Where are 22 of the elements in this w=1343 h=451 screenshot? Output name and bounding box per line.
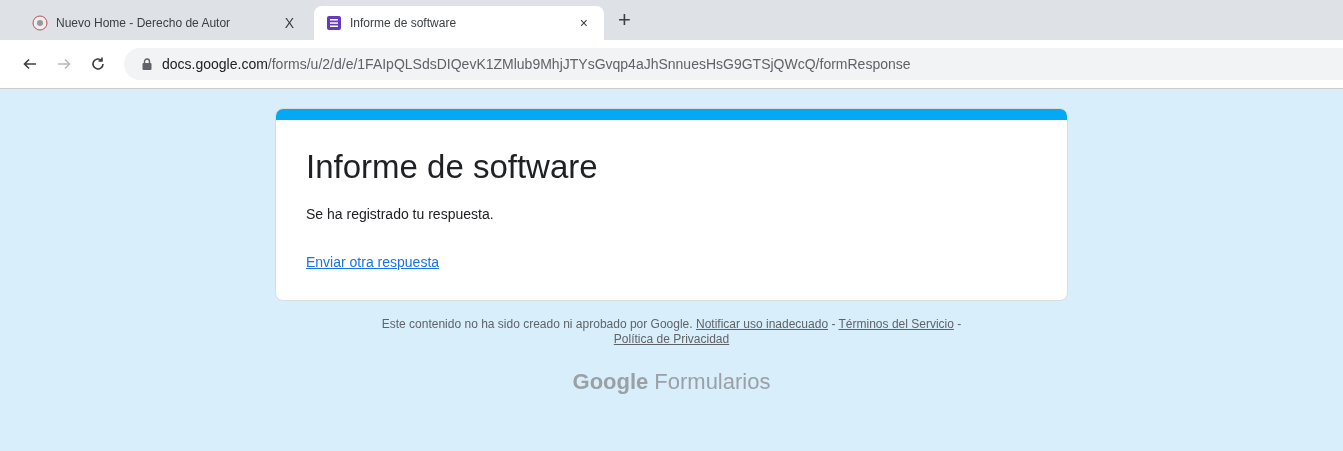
footer-link[interactable]: Política de Privacidad: [613, 332, 730, 346]
back-icon[interactable]: [22, 56, 38, 72]
another-response-link[interactable]: Enviar otra respuesta: [306, 254, 440, 270]
new-tab-button[interactable]: +: [608, 7, 641, 33]
close-tab-button[interactable]: X: [280, 15, 298, 31]
reload-icon[interactable]: [90, 56, 106, 72]
footer-notice: Este contenido no ha sido creado ni aprobado por Google. Notificar uso inadecuado - Términos del Servicio - Política de Privacidad: [380, 317, 963, 347]
form-icon: [326, 15, 342, 31]
lock-icon: [142, 58, 152, 70]
brand-logo: Google Formularios: [572, 369, 771, 395]
close-tab-button[interactable]: ×: [575, 15, 592, 31]
browser-tab[interactable]: Informe de software ×: [314, 6, 604, 40]
footer-link[interactable]: Notificar uso inadecuado: [695, 317, 829, 331]
tab-title: Informe de software: [350, 16, 458, 30]
url-text: docs.google.com/forms/u/2/d/e/1FAIpQLSdsDIQevK1ZMlub9MhjJTYsGvqp4aJhSnnuesHsG9GTSjQWcQ/formResponse: [162, 56, 911, 72]
site-icon: [32, 15, 48, 31]
address-bar[interactable]: docs.google.com/forms/u/2/d/e/1FAIpQLSdsDIQevK1ZMlub9MhjJTYsGvqp4aJhSnnuesHsG9GTSjQWcQ/formResponse: [124, 48, 1343, 80]
footer-link[interactable]: Términos del Servicio: [838, 317, 954, 331]
browser-tab[interactable]: Nuevo Home - Derecho de Autor X: [20, 6, 310, 40]
tab-title: Nuevo Home - Derecho de Autor: [56, 16, 232, 30]
form-title: Informe de software: [306, 148, 599, 186]
confirmation-message: Se ha registrado tu respuesta.: [306, 206, 495, 222]
